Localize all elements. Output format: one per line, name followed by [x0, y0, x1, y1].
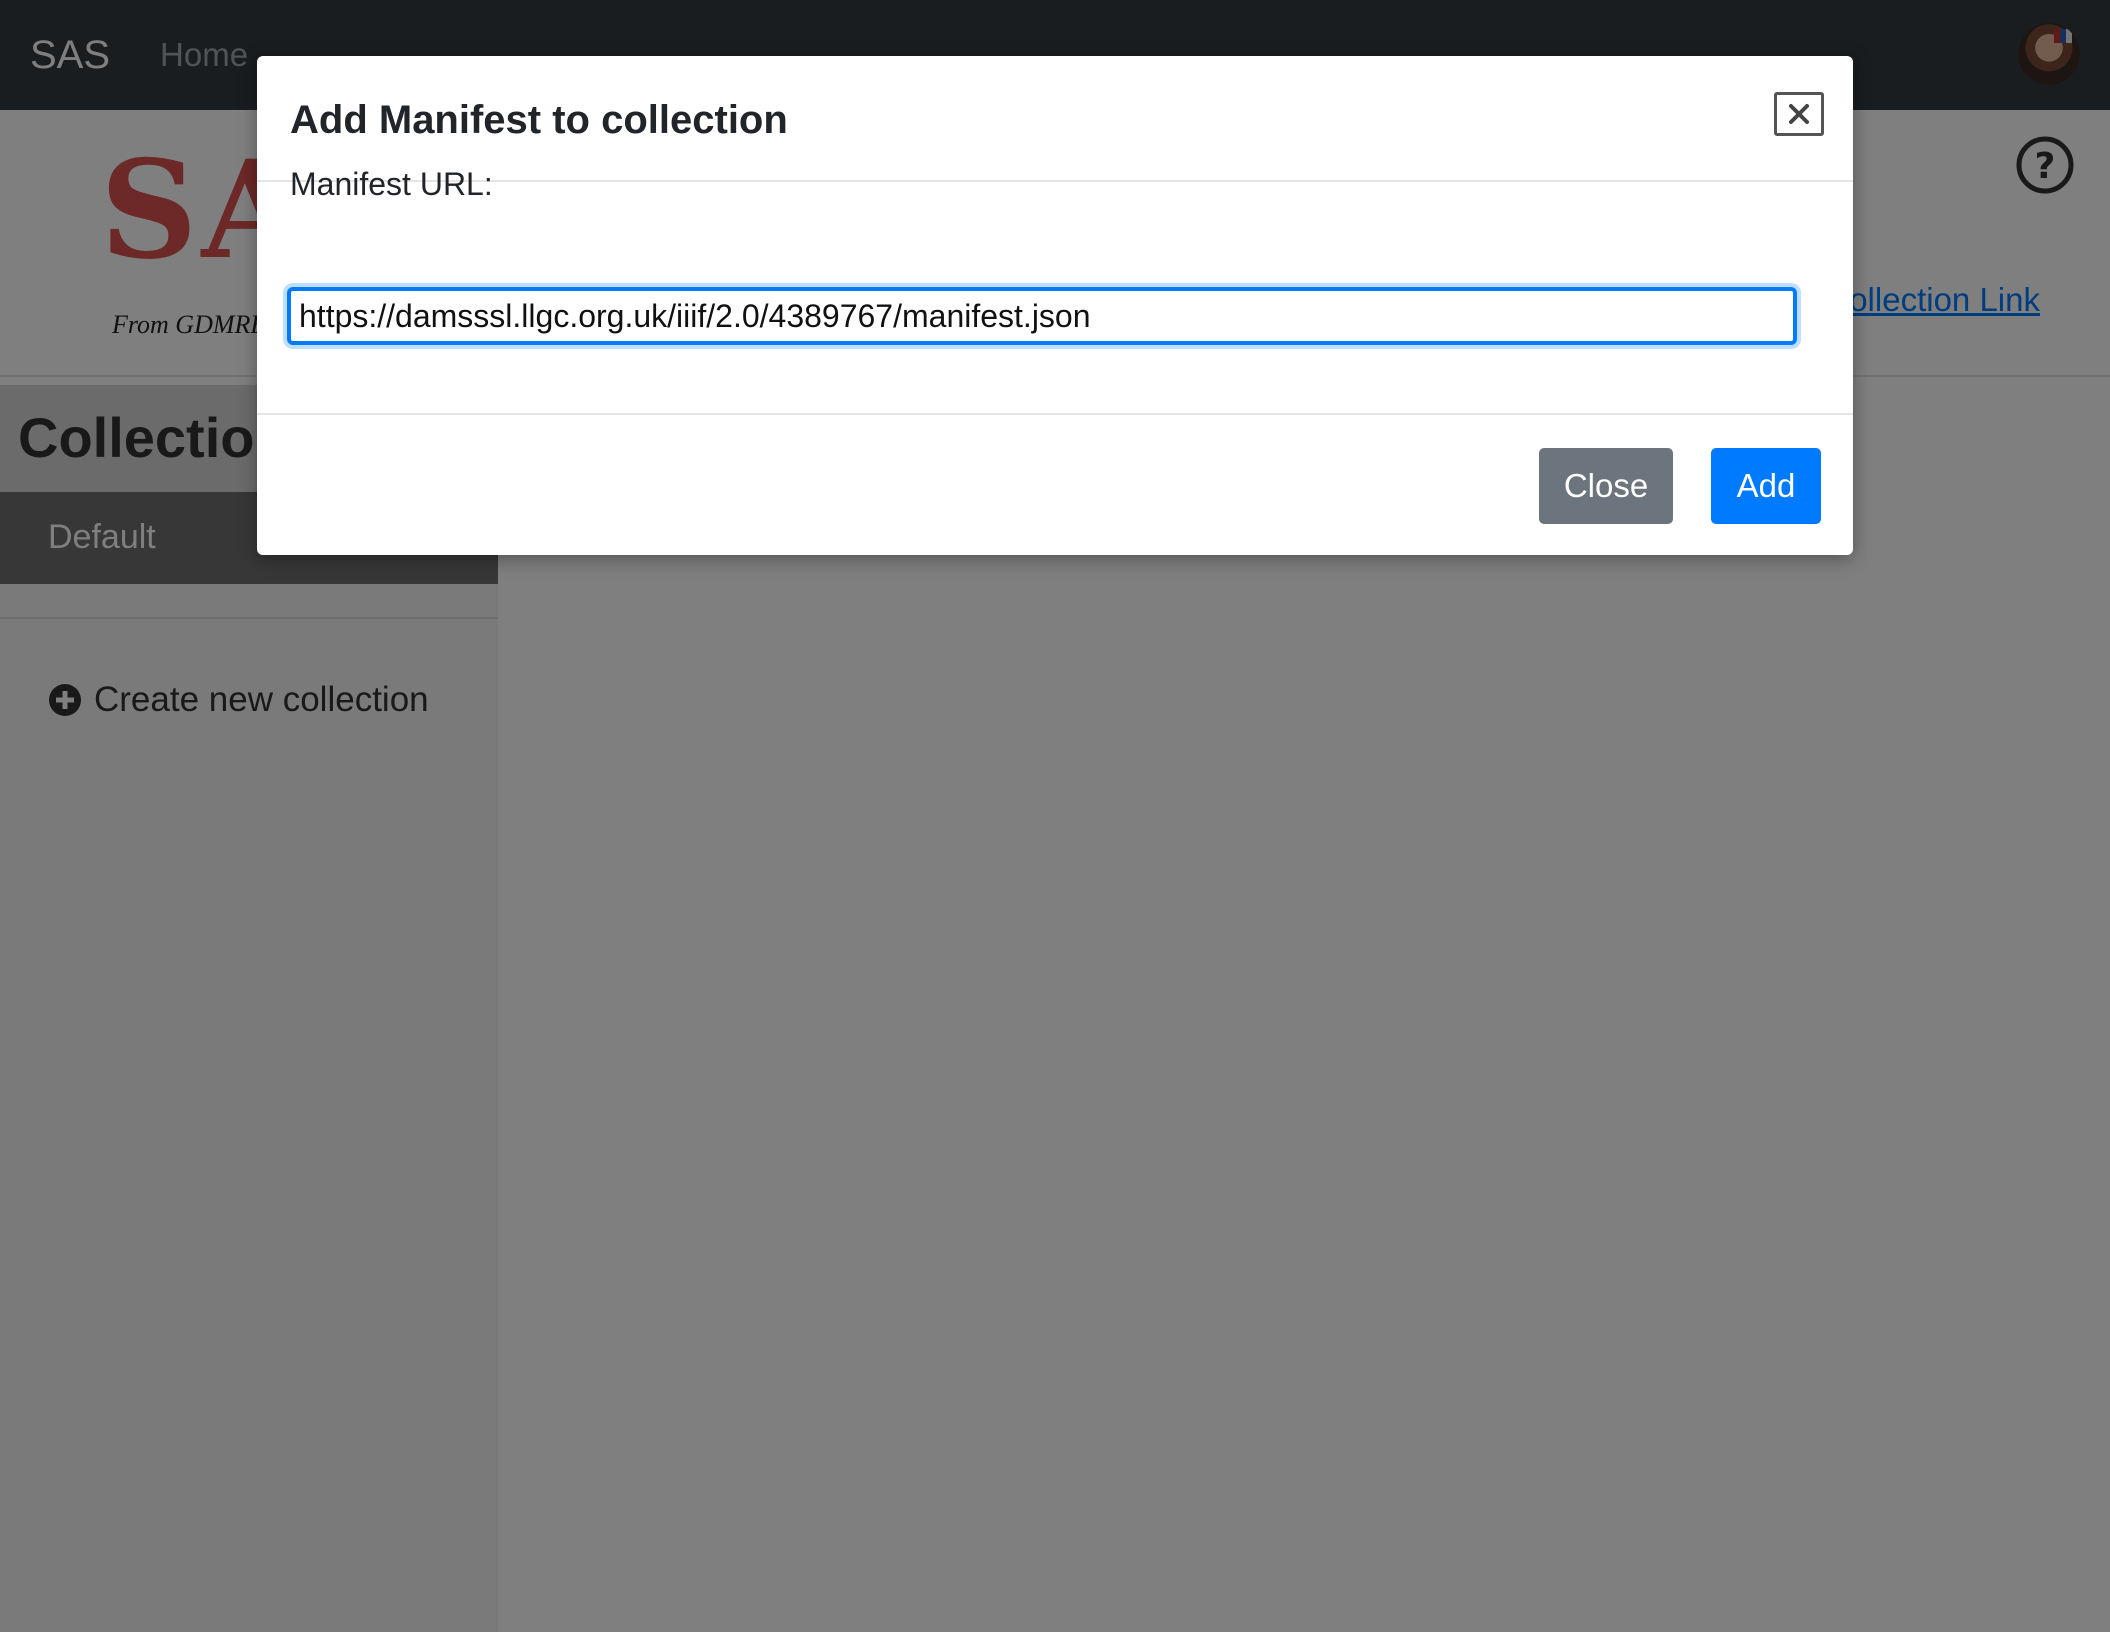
modal-close-x-button[interactable]	[1774, 92, 1824, 136]
add-manifest-dialog: Add Manifest to collection Manifest URL:…	[257, 56, 1853, 555]
add-button[interactable]: Add	[1711, 448, 1821, 524]
manifest-url-label: Manifest URL:	[290, 166, 493, 202]
modal-title: Add Manifest to collection	[290, 98, 788, 142]
close-button[interactable]: Close	[1539, 448, 1673, 524]
modal-footer: Close Add	[257, 413, 1853, 557]
modal-header: Add Manifest to collection	[257, 56, 1853, 182]
manifest-url-input[interactable]	[287, 287, 1797, 345]
close-x-icon	[1789, 104, 1809, 124]
